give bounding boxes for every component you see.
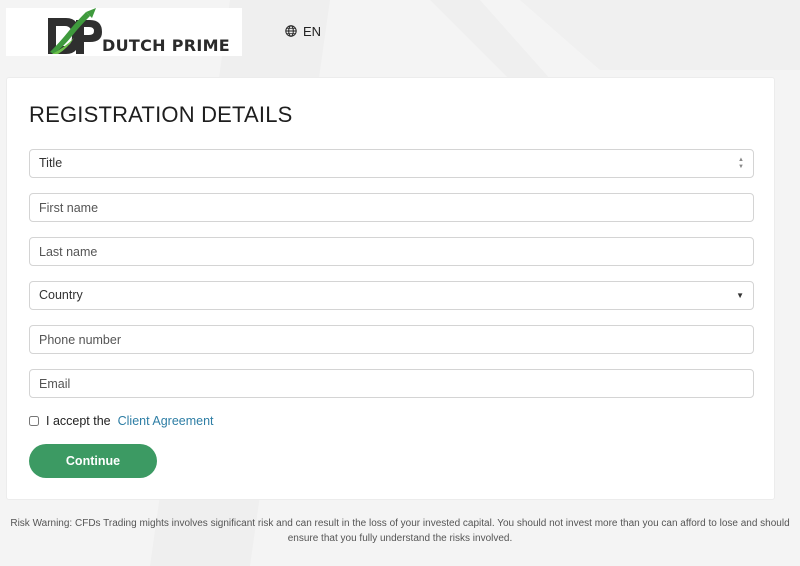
page-title: REGISTRATION DETAILS [29,102,293,127]
logo[interactable]: DUTCH PRIME [6,8,242,56]
country-select-value: Country [39,288,83,302]
risk-warning: Risk Warning: CFDs Trading mights involv… [10,518,790,544]
dp-logo-mark-icon [48,8,102,54]
email-input[interactable] [29,369,754,398]
client-agreement-link[interactable]: Client Agreement [118,414,214,428]
registration-card: REGISTRATION DETAILS Title ▲▼ Country ▼ … [6,77,775,500]
last-name-input[interactable] [29,237,754,266]
select-arrows-icon: ▲ ▼ [738,157,744,170]
globe-icon [285,25,297,37]
country-select[interactable]: Country ▼ [29,281,754,310]
client-agreement-consent: I accept the Client Agreement [29,414,214,428]
phone-number-input[interactable] [29,325,754,354]
chevron-down-icon: ▼ [736,291,744,300]
logo-text: DUTCH PRIME [102,36,231,55]
title-select-value: Title [39,156,63,170]
language-selector[interactable]: EN [285,23,321,39]
language-label: EN [303,23,322,39]
agreement-checkbox[interactable] [29,416,39,426]
continue-button[interactable]: Continue [29,444,157,478]
first-name-input[interactable] [29,193,754,222]
header: DUTCH PRIME EN [0,0,800,70]
title-select[interactable]: Title ▲ ▼ [29,149,754,178]
agreement-label: I accept the [46,414,111,428]
